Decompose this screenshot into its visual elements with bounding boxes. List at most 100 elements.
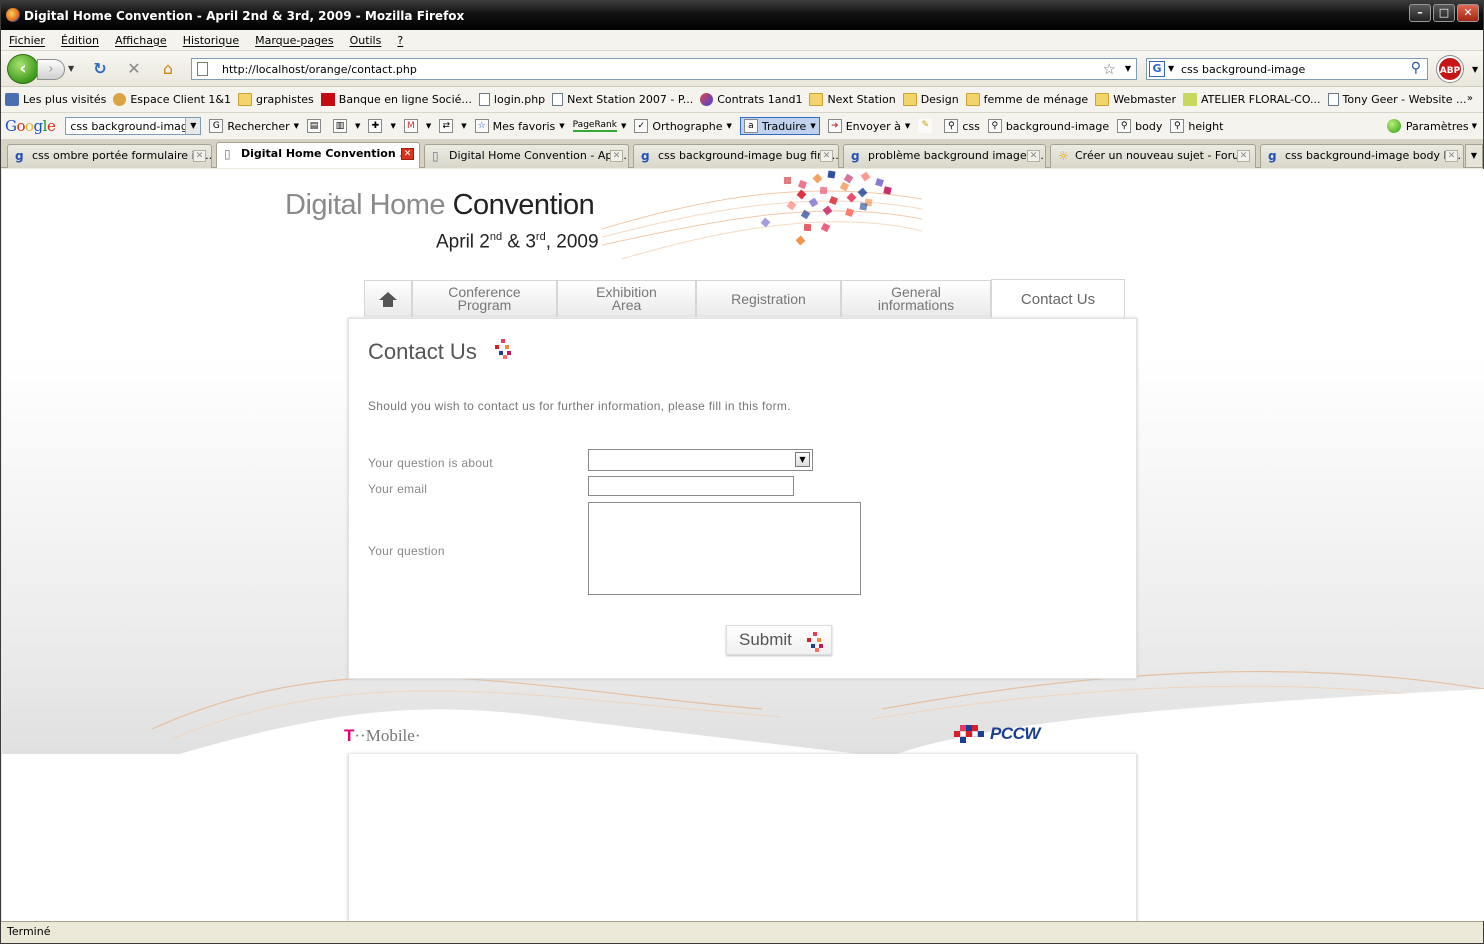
nav-conference-program[interactable]: Conference Program — [412, 280, 557, 317]
nav-exhibition-area[interactable]: Exhibition Area — [557, 280, 696, 317]
adblock-icon[interactable]: ABP — [1437, 56, 1463, 82]
nav-contact-us[interactable]: Contact Us — [991, 279, 1125, 318]
term-css[interactable]: ⚲ css — [944, 119, 980, 133]
bookmark-item[interactable]: ATELIER FLORAL-CO... — [1182, 93, 1321, 106]
close-tab-icon[interactable]: ✕ — [193, 150, 206, 162]
bookmarks-overflow-icon[interactable]: » — [1467, 93, 1473, 104]
bookmark-star-icon[interactable]: ☆ — [1103, 60, 1116, 78]
barcode-button[interactable]: ▥ ▼ — [333, 119, 360, 133]
term-height[interactable]: ⚲ height — [1170, 119, 1223, 133]
nav-general-informations[interactable]: General informations — [841, 280, 991, 317]
browser-tab[interactable]: ▯ Digital Home Convention - Apri... ✕ — [424, 144, 629, 168]
translate-button[interactable]: a Traduire ▼ — [739, 117, 820, 135]
term-background-image[interactable]: ⚲ background-image — [987, 119, 1109, 133]
browser-tab[interactable]: g css ombre portée formulaire in... ✕ — [7, 144, 212, 168]
search-icon[interactable]: ⚲ — [1411, 60, 1421, 76]
gmail-button[interactable]: M ▼ — [403, 119, 431, 133]
bookmark-item[interactable]: Espace Client 1&1 — [113, 93, 231, 106]
google-engine-icon[interactable]: G — [1149, 61, 1165, 77]
adblock-dropdown-icon[interactable]: ▼ — [1472, 65, 1478, 74]
browser-tab[interactable]: g problème background image a... ✕ — [843, 144, 1046, 168]
question-about-select[interactable]: ▼ — [588, 449, 813, 471]
highlighter-icon: ✎ — [918, 119, 933, 133]
menu-marque-pages[interactable]: Marque-pages — [255, 34, 333, 47]
status-bar: Terminé — [1, 921, 1483, 943]
reload-icon[interactable]: ↻ — [89, 59, 111, 79]
bookmark-item[interactable]: Next Station 2007 - P... — [552, 93, 693, 106]
browser-tab[interactable]: g css background-image body h... ✕ — [1260, 144, 1464, 168]
browser-tab[interactable]: ☼ Créer un nouveau sujet - Foru... ✕ — [1050, 144, 1256, 168]
menu-historique[interactable]: Historique — [183, 34, 239, 47]
magnifier-icon: ⚲ — [1117, 119, 1132, 133]
engine-dropdown-icon[interactable]: ▼ — [1168, 64, 1174, 73]
close-tab-icon[interactable]: ✕ — [1237, 150, 1250, 162]
term-body[interactable]: ⚲ body — [1117, 119, 1162, 133]
home-icon[interactable]: ⌂ — [157, 59, 179, 79]
google-logo[interactable]: Google — [5, 117, 56, 135]
google-search-dropdown-icon[interactable]: ▼ — [185, 118, 201, 134]
close-tab-icon[interactable]: ✕ — [401, 148, 414, 160]
magnifier-icon: ⚲ — [1170, 119, 1185, 133]
minimize-button[interactable]: – — [1409, 4, 1431, 22]
highlight-button[interactable]: ✎ — [918, 119, 936, 133]
close-tab-icon[interactable]: ✕ — [820, 150, 833, 162]
bookmarks-toolbar: Les plus visités Espace Client 1&1 graphis… — [1, 87, 1483, 113]
nav-registration[interactable]: Registration — [696, 280, 841, 317]
tmobile-logo[interactable]: T··Mobile· — [344, 726, 420, 746]
menu-affichage[interactable]: Affichage — [115, 34, 167, 47]
bookmark-item[interactable]: Tony Geer - Website ... — [1327, 93, 1466, 106]
barcode-icon: ▥ — [333, 119, 348, 133]
email-field[interactable] — [588, 476, 794, 496]
url-bar[interactable]: http://localhost/orange/contact.php ☆ ▼ — [191, 58, 1137, 80]
stop-icon[interactable]: ✕ — [123, 59, 145, 79]
google-search-input[interactable]: css background-image ▼ — [65, 117, 202, 135]
news-button[interactable]: ▤ — [307, 119, 325, 133]
close-tab-icon[interactable]: ✕ — [610, 150, 623, 162]
menu-edition[interactable]: Édition — [61, 34, 99, 47]
submit-button[interactable]: Submit — [726, 625, 832, 655]
bookmark-item[interactable]: Webmaster — [1095, 93, 1176, 106]
settings-button[interactable]: Paramètres ▼ — [1386, 119, 1477, 133]
menu-outils[interactable]: Outils — [350, 34, 382, 47]
chevron-down-icon[interactable]: ▼ — [795, 452, 810, 467]
menu-fichier[interactable]: Fichier — [9, 34, 45, 47]
pagerank-indicator[interactable]: PageRank ▼ — [572, 120, 626, 132]
close-button[interactable]: ✕ — [1457, 4, 1479, 22]
favorites-button[interactable]: ☆ Mes favoris ▼ — [474, 119, 565, 133]
browser-tab[interactable]: g css background-image bug fire... ✕ — [633, 144, 839, 168]
folder-icon — [237, 93, 252, 106]
back-button[interactable]: ‹ — [7, 54, 39, 84]
firefox-icon — [6, 8, 20, 22]
menu-help[interactable]: ? — [397, 34, 403, 47]
forward-button[interactable]: › — [37, 59, 65, 80]
send-to-button[interactable]: ➜ Envoyer à ▼ — [827, 119, 910, 133]
bookmark-item[interactable]: Contrats 1and1 — [700, 93, 802, 106]
bookmark-item[interactable]: Design — [902, 93, 959, 106]
browser-window: Digital Home Convention - April 2nd & 3r… — [0, 0, 1484, 944]
bookmark-item[interactable]: Next Station — [809, 93, 896, 106]
close-tab-icon[interactable]: ✕ — [1027, 150, 1040, 162]
puzzle-button[interactable]: ✚ ▼ — [368, 119, 396, 133]
pccw-logo[interactable]: PCCW — [954, 724, 1040, 744]
url-dropdown-icon[interactable]: ▼ — [1125, 64, 1131, 73]
google-search-button[interactable]: G Rechercher ▼ — [209, 119, 299, 133]
bookmark-item[interactable]: login.php — [478, 93, 545, 106]
search-value: css background-image — [1181, 63, 1306, 76]
bookmark-item[interactable]: graphistes — [237, 93, 314, 106]
browser-tab[interactable]: ▯ Digital Home Convention ... ✕ — [216, 142, 420, 168]
spellcheck-button[interactable]: ✓ Orthographe ▼ — [634, 119, 732, 133]
nav-home[interactable] — [364, 280, 412, 317]
tab-strip: g css background-image body h... ✕ ☼ Créer u… — [1, 140, 1483, 168]
tabs-list-dropdown-icon[interactable]: ▼ — [1465, 144, 1483, 168]
site-logo[interactable]: Digital Home Convention April 2nd & 3rd,… — [285, 189, 599, 252]
maximize-button[interactable]: □ — [1433, 4, 1455, 22]
question-textarea[interactable] — [588, 502, 861, 595]
bookmark-item[interactable]: Banque en ligne Socié... — [320, 93, 472, 106]
share-button[interactable]: ⇄ ▼ — [439, 119, 467, 133]
search-box[interactable]: G ▼ css background-image ⚲ — [1146, 58, 1428, 80]
bookmark-item[interactable]: femme de ménage — [965, 93, 1088, 106]
bookmark-item[interactable]: Les plus visités — [5, 93, 106, 106]
history-dropdown-icon[interactable]: ▼ — [68, 64, 74, 73]
special-icon — [700, 93, 714, 106]
close-tab-icon[interactable]: ✕ — [1445, 150, 1458, 162]
